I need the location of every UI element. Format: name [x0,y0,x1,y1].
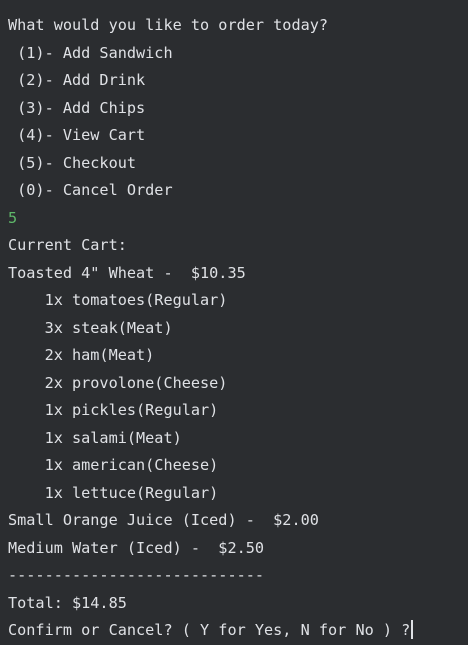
topping-line: 2x ham(Meat) [8,346,155,364]
topping-line: 1x tomatoes(Regular) [8,291,228,309]
menu-option-add-sandwich: (1)- Add Sandwich [8,43,173,62]
topping-line: 2x provolone(Cheese) [8,373,228,392]
topping-line: 1x pickles(Regular) [8,401,219,419]
cart-header: Current Cart: [8,236,127,254]
topping-line: 1x salami(Meat) [8,428,182,447]
confirm-prompt: Confirm or Cancel? ( Y for Yes, N for No… [8,621,411,639]
console-output: What would you like to order today? (1)-… [0,0,468,645]
cart-drink-line: Medium Water (Iced) - $2.50 [8,538,265,557]
divider-line: ---------------------------- [8,566,265,584]
confirm-input-line[interactable]: Confirm or Cancel? ( Y for Yes, N for No… [8,617,468,645]
cart-total: Total: $14.85 [8,593,127,612]
cart-sandwich-line: Toasted 4" Wheat - $10.35 [8,263,246,282]
user-input-echo: 5 [8,208,18,227]
order-prompt: What would you like to order today? [8,16,329,34]
topping-line: 1x american(Cheese) [8,456,219,474]
menu-option-cancel-order: (0)- Cancel Order [8,181,173,199]
menu-option-checkout: (5)- Checkout [8,153,137,172]
topping-line: 1x lettuce(Regular) [8,483,219,502]
menu-option-add-drink: (2)- Add Drink [8,71,146,89]
topping-line: 3x steak(Meat) [8,318,173,337]
menu-option-view-cart: (4)- View Cart [8,126,146,144]
text-cursor[interactable] [411,620,414,639]
menu-option-add-chips: (3)- Add Chips [8,98,146,117]
cart-drink-line: Small Orange Juice (Iced) - $2.00 [8,511,319,529]
